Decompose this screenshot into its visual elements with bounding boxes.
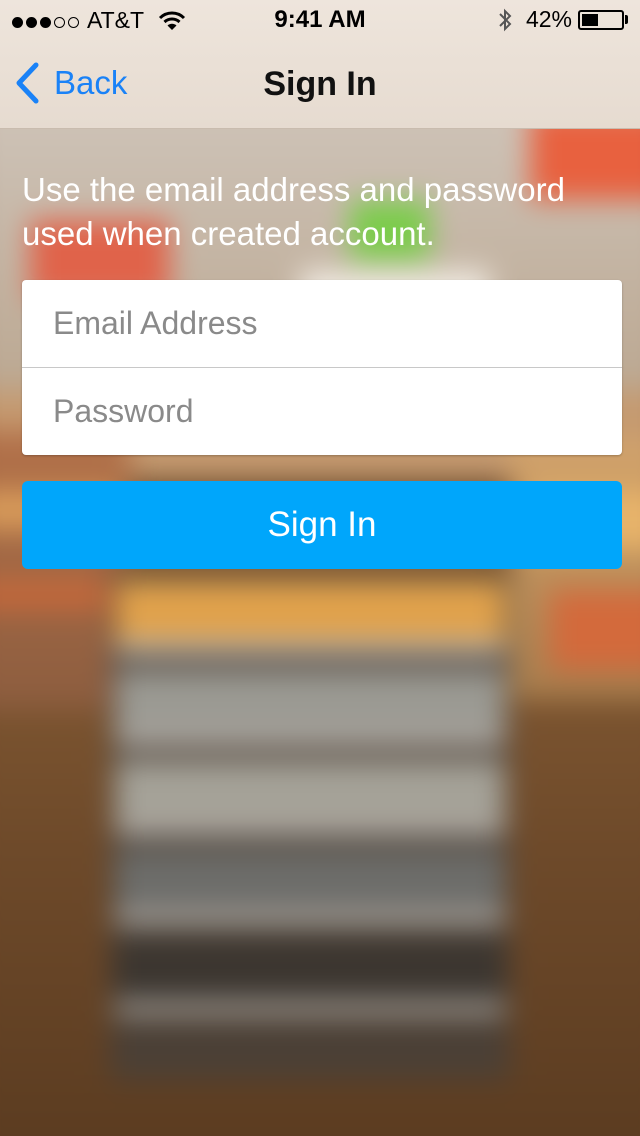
instructions-text: Use the email address and password used … [22,171,565,252]
page-title: Sign In [263,65,377,103]
email-field[interactable] [51,304,595,343]
password-field[interactable] [51,391,595,431]
password-field-row [22,367,622,454]
navigation-bar: Back Sign In [0,40,640,128]
sign-in-button[interactable]: Sign In [22,481,622,569]
battery-percent: 42% [525,6,572,32]
battery-level-fill [582,13,598,26]
status-bar: AT&T 9:41 AM 42% [0,0,640,40]
bluetooth-icon [499,8,512,31]
email-field-row [22,280,622,367]
battery-icon [578,9,624,30]
top-bar: AT&T 9:41 AM 42% Back Sign In [0,0,640,129]
battery-nub [625,15,628,24]
credentials-form [22,280,622,455]
